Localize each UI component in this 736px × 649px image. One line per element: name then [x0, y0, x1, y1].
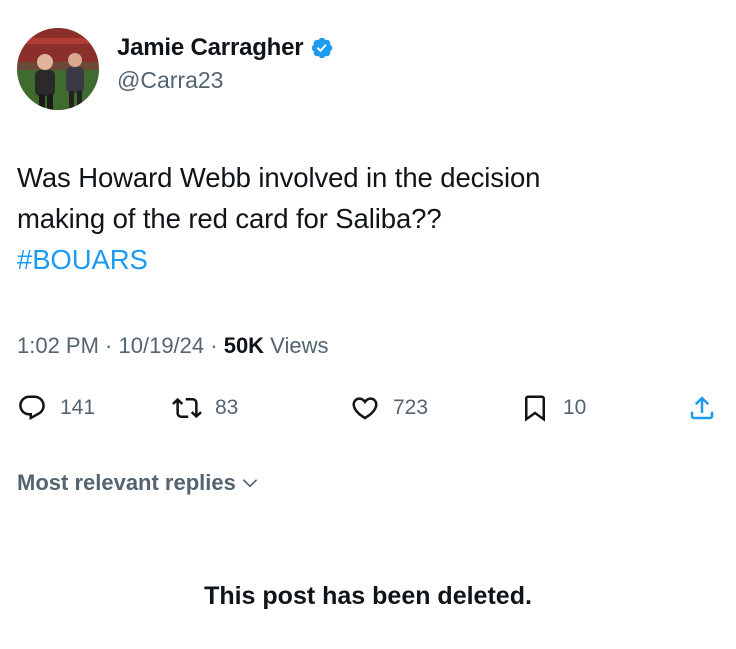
repost-button[interactable]: 83 — [172, 393, 238, 423]
avatar-image — [17, 28, 99, 110]
reply-button[interactable]: 141 — [17, 393, 95, 423]
reply-icon — [19, 395, 45, 421]
tweet-text: Was Howard Webb involved in the decision… — [17, 157, 717, 280]
views-count[interactable]: 50K — [224, 333, 264, 358]
deleted-post-notice: This post has been deleted. — [204, 582, 532, 610]
display-name[interactable]: Jamie Carragher — [117, 34, 304, 62]
like-count: 723 — [393, 396, 429, 419]
tweet-meta: 1:02 PM · 10/19/24 · 50K Views — [17, 333, 328, 359]
tweet-text-line: making of the red card for Saliba?? — [17, 203, 442, 234]
bookmark-icon — [525, 395, 545, 422]
repost-icon — [172, 397, 202, 419]
chevron-down-icon — [242, 479, 258, 488]
verified-badge-icon[interactable] — [310, 36, 334, 60]
bookmark-count: 10 — [563, 396, 587, 419]
author-names: Jamie Carragher @Carra23 — [117, 34, 334, 94]
repost-count: 83 — [215, 396, 239, 419]
like-button[interactable]: 723 — [350, 393, 428, 423]
action-bar: 141 83 723 10 — [17, 393, 722, 429]
heart-icon — [352, 397, 378, 420]
avatar[interactable] — [17, 28, 99, 110]
tweet-date[interactable]: 10/19/24 — [119, 333, 205, 358]
reply-count: 141 — [60, 396, 96, 419]
meta-separator: · — [98, 333, 119, 358]
replies-sort-dropdown[interactable]: Most relevant replies — [17, 470, 260, 496]
views-label: Views — [264, 333, 329, 358]
bookmark-button[interactable]: 10 — [520, 393, 586, 423]
display-name-row: Jamie Carragher — [117, 34, 334, 62]
tweet-text-line: Was Howard Webb involved in the decision — [17, 162, 541, 193]
meta-separator: · — [204, 333, 224, 358]
hashtag-link[interactable]: #BOUARS — [17, 239, 717, 280]
author-handle[interactable]: @Carra23 — [117, 67, 334, 94]
share-icon — [690, 396, 714, 420]
tweet-time[interactable]: 1:02 PM — [17, 333, 99, 358]
tweet-header: Jamie Carragher @Carra23 — [17, 28, 717, 110]
share-button[interactable] — [687, 393, 717, 423]
replies-sort-label: Most relevant replies — [17, 470, 236, 495]
